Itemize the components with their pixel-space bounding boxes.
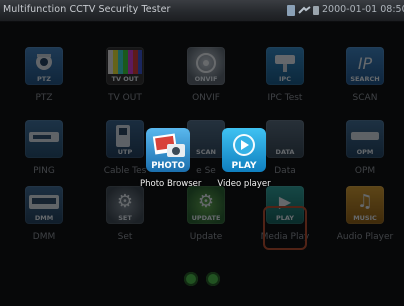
battery-icon xyxy=(287,5,295,16)
usb-icon xyxy=(313,6,319,15)
photo-browser-icon: PHOTO xyxy=(145,127,191,173)
ip-camera-icon: IPC xyxy=(266,47,304,85)
page-indicator xyxy=(184,272,222,286)
tile-label: PTZ xyxy=(35,93,53,103)
tile-label: PING xyxy=(33,166,55,176)
music-note-icon: ♫ MUSIC xyxy=(346,186,384,224)
svg-text:PHOTO: PHOTO xyxy=(151,161,185,171)
tile-audio-player[interactable]: ♫ MUSIC Audio Player xyxy=(326,186,404,242)
page-dot-2[interactable] xyxy=(206,272,220,286)
selection-highlight xyxy=(263,206,307,250)
opm-icon: OPM xyxy=(346,120,384,158)
tile-label: SCAN xyxy=(352,93,378,103)
tile-label: DMM xyxy=(32,232,56,242)
tile-scan[interactable]: IP SEARCH SCAN xyxy=(326,47,404,103)
update-icon: ⚙ UPDATE xyxy=(187,186,225,224)
tile-opm[interactable]: OPM OPM xyxy=(326,120,404,176)
video-player-button[interactable]: PLAY Video player xyxy=(216,127,272,189)
status-bar: Multifunction CCTV Security Tester 2000-… xyxy=(0,0,404,22)
photo-browser-label: Photo Browser xyxy=(140,179,202,189)
tile-label: Audio Player xyxy=(336,232,394,242)
tile-label: ONVIF xyxy=(192,93,220,103)
onvif-icon: ONVIF xyxy=(187,47,225,85)
tile-ipc-test[interactable]: IPC IPC Test xyxy=(246,47,324,103)
tile-label: OPM xyxy=(354,166,376,176)
tile-label: Set xyxy=(117,232,133,242)
power-plug-icon xyxy=(298,6,311,14)
tile-ping[interactable]: PING xyxy=(5,120,83,176)
page-dot-1[interactable] xyxy=(184,272,198,286)
tile-update[interactable]: ⚙ UPDATE Update xyxy=(167,186,245,242)
search-icon: IP SEARCH xyxy=(346,47,384,85)
device-screen: Multifunction CCTV Security Tester 2000-… xyxy=(0,0,404,306)
tile-label: TV OUT xyxy=(108,93,142,103)
video-player-label: Video player xyxy=(217,179,271,189)
app-title: Multifunction CCTV Security Tester xyxy=(3,4,171,15)
tile-label: Update xyxy=(189,232,223,242)
tile-ptz[interactable]: PTZ PTZ xyxy=(5,47,83,103)
ptz-camera-icon: PTZ xyxy=(25,47,63,85)
tile-label: IPC Test xyxy=(267,93,303,103)
video-player-icon: PLAY xyxy=(221,127,267,173)
cable-tester-icon: UTP xyxy=(106,120,144,158)
tile-onvif[interactable]: ONVIF ONVIF xyxy=(167,47,245,103)
tile-set[interactable]: ⚙ SET Set xyxy=(86,186,164,242)
svg-text:IP: IP xyxy=(358,54,373,73)
tile-tv-out[interactable]: TV OUT TV OUT xyxy=(86,47,164,103)
network-device-icon xyxy=(25,120,63,158)
photo-browser-button[interactable]: PHOTO Photo Browser xyxy=(140,127,202,189)
media-popup: PHOTO Photo Browser PLAY Video player xyxy=(140,127,271,189)
gear-icon: ⚙ SET xyxy=(106,186,144,224)
datetime: 2000-01-01 08:50:5 xyxy=(322,4,404,15)
multimeter-icon: DMM xyxy=(25,186,63,224)
color-bars-icon: TV OUT xyxy=(106,47,144,85)
tile-dmm[interactable]: DMM DMM xyxy=(5,186,83,242)
svg-text:PLAY: PLAY xyxy=(232,161,257,171)
